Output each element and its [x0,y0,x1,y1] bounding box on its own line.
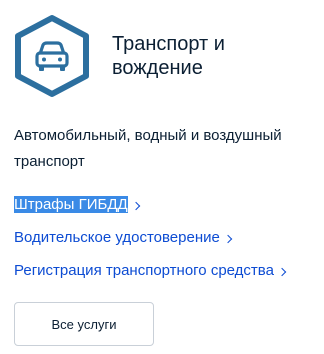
category-description: Автомобильный, водный и воздушный трансп… [14,127,282,170]
chevron-right-icon [223,234,233,243]
service-category-card: Транспорт и вождение Автомобильный, водн… [0,0,324,354]
link-driver-license-label[interactable]: Водительское удостоверение [14,229,220,246]
link-fines-label[interactable]: Штрафы ГИБДД [14,196,128,213]
car-front-icon [15,15,89,97]
chevron-right-icon [131,201,140,210]
link-fines[interactable]: Штрафы ГИБДД [14,188,324,221]
link-vehicle-registration-label[interactable]: Регистрация транспортного средства [14,262,274,279]
all-services-button[interactable]: Все услуги [14,302,154,346]
chevron-right-icon [277,267,287,276]
link-driver-license[interactable]: Водительское удостоверение [14,221,324,254]
category-title[interactable]: Транспорт и вождение [112,32,292,80]
category-header: Транспорт и вождение [14,14,292,98]
service-links: Штрафы ГИБДД Водительское удостоверение … [14,188,324,287]
link-vehicle-registration[interactable]: Регистрация транспортного средства [14,254,324,287]
